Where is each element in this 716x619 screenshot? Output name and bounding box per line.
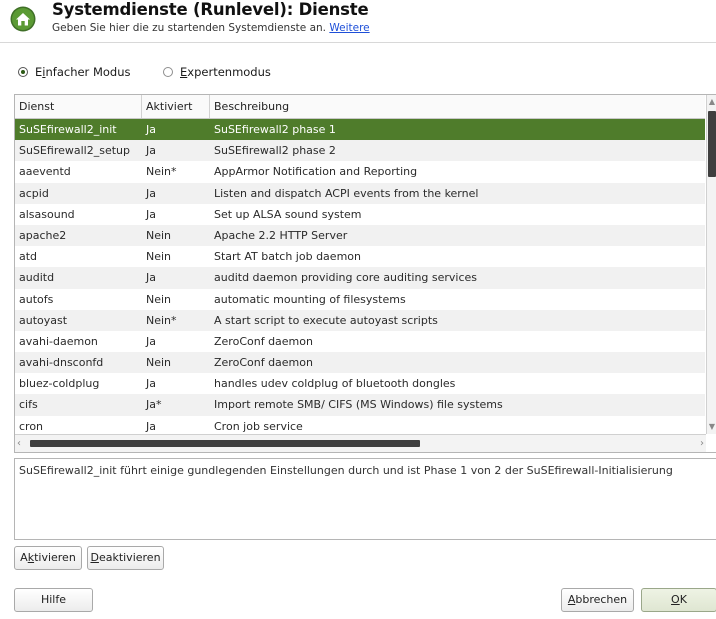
radio-indicator [163,67,173,77]
table-row[interactable]: atd Nein Start AT batch job daemon [15,246,705,267]
service-cell: apache2 [19,228,67,242]
header-separator [0,42,716,43]
house-icon [10,6,36,32]
service-cell: SuSEfirewall2_setup [19,144,130,158]
table-row[interactable]: cifs Ja* Import remote SMB/ CIFS (MS Windo… [15,394,705,416]
table-row[interactable]: SuSEfirewall2_init Ja SuSEfirewall2 phase … [15,119,705,141]
enabled-cell: Nein [146,250,172,264]
table-row[interactable]: SuSEfirewall2_setup Ja SuSEfirewall2 phase… [15,140,705,162]
description-cell: ZeroConf daemon [214,356,313,370]
service-cell: avahi-daemon [19,334,98,348]
description-cell: AppArmor Notification and Reporting [214,165,418,179]
table-row[interactable]: avahi-dnsconfd Nein ZeroConf daemon [15,352,705,374]
description-cell: ZeroConf daemon [214,334,313,348]
enabled-cell: Nein [146,292,172,306]
service-cell: cifs [19,398,38,412]
enabled-cell: Ja [146,123,156,136]
simple-mode-radio[interactable]: Einfacher Modus [18,65,130,79]
enabled-cell: Ja* [146,398,162,412]
service-description-box: SuSEfirewall2_init führt einige gundlege… [14,458,716,540]
service-cell: autofs [19,292,54,306]
column-header-service[interactable]: Dienst [15,95,142,118]
enabled-cell: Nein [146,356,172,370]
simple-mode-label: Einfacher Modus [35,65,131,79]
service-cell: avahi-dnsconfd [19,356,104,370]
description-cell: automatic mounting of filesystems [214,292,406,306]
description-cell: Apache 2.2 HTTP Server [214,228,348,242]
table-row[interactable]: alsasound Ja Set up ALSA sound system [15,204,705,225]
vertical-scrollbar[interactable]: ▲ ▼ [706,95,716,434]
description-cell: auditd daemon providing core auditing se… [214,271,478,285]
enabled-cell: Ja [146,207,156,221]
table-row[interactable]: bluez-coldplug Ja handles udev coldplug of… [15,373,705,394]
cancel-button[interactable]: Abbrechen [561,588,634,612]
radio-indicator [18,67,28,77]
services-table: Dienst Aktiviert Beschreibung SuSEfirewa… [14,94,716,453]
service-cell: acpid [19,186,49,200]
page-title: Systemdienste (Runlevel): Dienste [52,0,369,19]
table-row[interactable]: apache2 Nein Apache 2.2 HTTP Server [15,224,705,247]
enabled-cell: Ja [146,186,156,200]
table-body: SuSEfirewall2_init Ja SuSEfirewall2 phase … [15,119,705,437]
service-cell: alsasound [19,207,75,221]
more-link[interactable]: Weitere [329,22,369,34]
page-subtitle: Geben Sie hier die zu startenden Systemd… [52,22,370,34]
service-cell: aaeventd [19,165,71,179]
vertical-scroll-thumb[interactable] [708,111,716,177]
description-cell: Import remote SMB/ CIFS (MS Windows) fil… [214,398,503,412]
enabled-cell: Nein [146,228,172,242]
service-cell: bluez-coldplug [19,377,100,391]
horizontal-scrollbar[interactable]: ‹ › [15,434,706,452]
table-row[interactable]: auditd Ja auditd daemon providing core aud… [15,267,705,289]
service-cell: SuSEfirewall2_init [19,123,117,136]
service-cell: autoyast [19,313,68,327]
activate-button[interactable]: Aktivieren [14,546,82,570]
enabled-cell: Nein* [146,313,177,327]
description-cell: Set up ALSA sound system [214,207,362,221]
description-cell: A start script to execute autoyast scrip… [214,313,438,327]
description-cell: SuSEfirewall2 phase 1 [214,123,336,136]
table-row[interactable]: autoyast Nein* A start script to execute a… [15,309,705,331]
chevron-down-icon[interactable]: ▼ [707,420,716,434]
subtitle-text: Geben Sie hier die zu startenden Systemd… [52,22,327,34]
table-row[interactable]: avahi-daemon Ja ZeroConf daemon [15,331,705,352]
table-row[interactable]: aaeventd Nein* AppArmor Notification and R… [15,161,705,182]
ok-button[interactable]: OK [641,588,716,612]
table-row[interactable]: autofs Nein automatic mounting of filesyst… [15,289,705,310]
service-cell: auditd [19,271,55,285]
help-button[interactable]: Hilfe [14,588,93,612]
dialog-header: Systemdienste (Runlevel): Dienste Geben … [0,0,716,42]
description-cell: Start AT batch job daemon [214,250,361,264]
table-header: Dienst Aktiviert Beschreibung [15,95,705,119]
expert-mode-radio[interactable]: Expertenmodus [163,65,271,79]
enabled-cell: Ja [146,271,156,285]
chevron-right-icon[interactable]: › [692,435,704,452]
column-header-description[interactable]: Beschreibung [210,95,705,118]
deactivate-button[interactable]: Deaktivieren [87,546,164,570]
chevron-up-icon[interactable]: ▲ [707,95,716,109]
description-cell: Listen and dispatch ACPI events from the… [214,186,479,200]
horizontal-scroll-thumb[interactable] [30,440,420,447]
table-row[interactable]: acpid Ja Listen and dispatch ACPI events f… [15,182,705,204]
description-cell: SuSEfirewall2 phase 2 [214,144,336,158]
column-header-enabled[interactable]: Aktiviert [142,95,210,118]
description-cell: handles udev coldplug of bluetooth dongl… [214,377,456,391]
enabled-cell: Nein* [146,165,177,179]
enabled-cell: Ja [146,334,156,348]
enabled-cell: Ja [146,144,156,158]
enabled-cell: Ja [146,377,156,391]
expert-mode-label: Expertenmodus [180,65,271,79]
service-cell: atd [19,250,38,264]
chevron-left-icon[interactable]: ‹ [17,435,29,452]
